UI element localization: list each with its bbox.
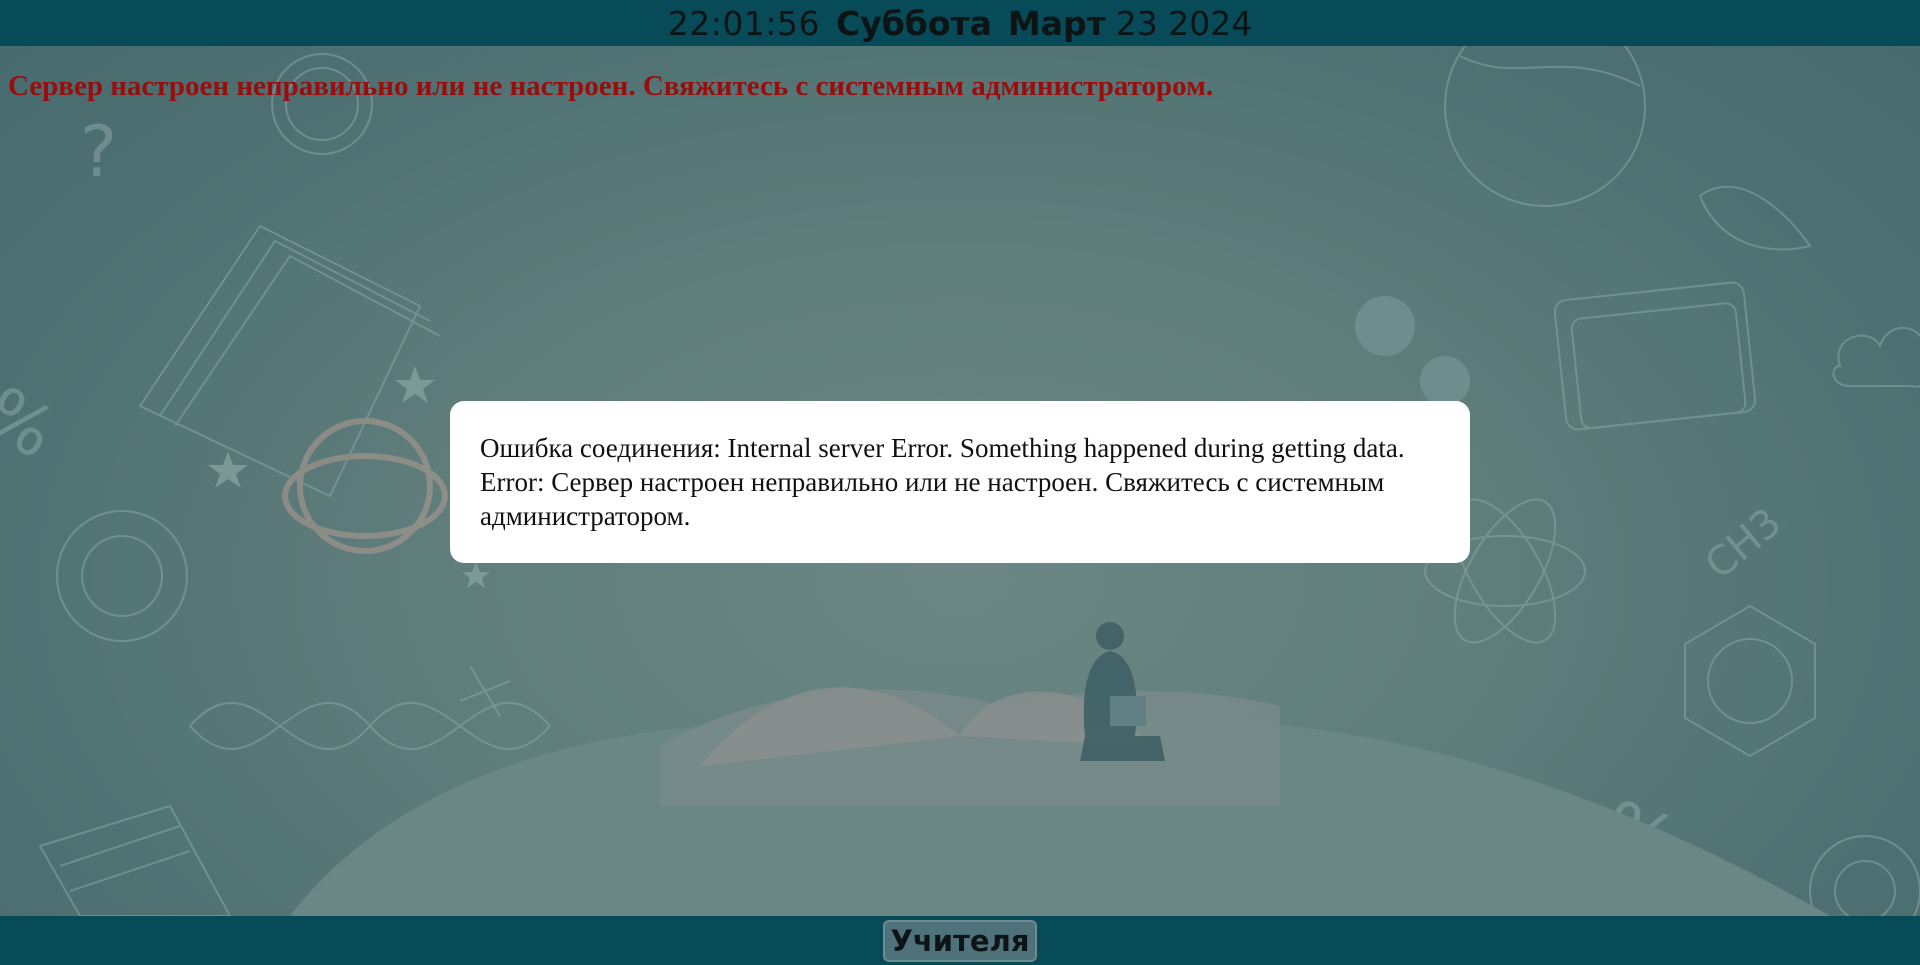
percent-icon: % <box>0 371 69 475</box>
weekday-label: Суббота <box>836 3 992 43</box>
gear-icon <box>56 510 188 642</box>
hill-landscape <box>290 687 1830 916</box>
gear-icon-right <box>1809 835 1920 916</box>
star-icon-3 <box>462 562 490 588</box>
connection-error-dialog: Ошибка соединения: Internal server Error… <box>450 401 1470 563</box>
hexagon-icon <box>1684 604 1816 758</box>
cloud-icon <box>1832 327 1920 388</box>
footer-bar: Учителя <box>0 916 1920 965</box>
star-icon <box>395 366 435 403</box>
leaf-icon <box>1698 185 1812 251</box>
date-group: Март 23 2024 <box>1008 4 1252 43</box>
dialog-message: Ошибка соединения: Internal server Error… <box>480 433 1405 531</box>
month-label: Март <box>1007 3 1106 43</box>
server-error-message: Сервер настроен неправильно или не настр… <box>8 70 1214 102</box>
teachers-button[interactable]: Учителя <box>882 919 1038 962</box>
day-year-label: 23 2024 <box>1115 3 1253 43</box>
question-mark-icon: ? <box>80 111 117 193</box>
sphere-icon <box>1355 296 1415 356</box>
ch3-label-icon: CH3 <box>1697 499 1791 588</box>
star-icon-2 <box>208 451 248 488</box>
header-bar: 22:01:56 Суббота Март 23 2024 <box>0 0 1920 46</box>
document-icon <box>38 804 232 916</box>
clock-time: 22:01:56 <box>667 3 820 43</box>
globe-icon <box>1444 46 1646 207</box>
